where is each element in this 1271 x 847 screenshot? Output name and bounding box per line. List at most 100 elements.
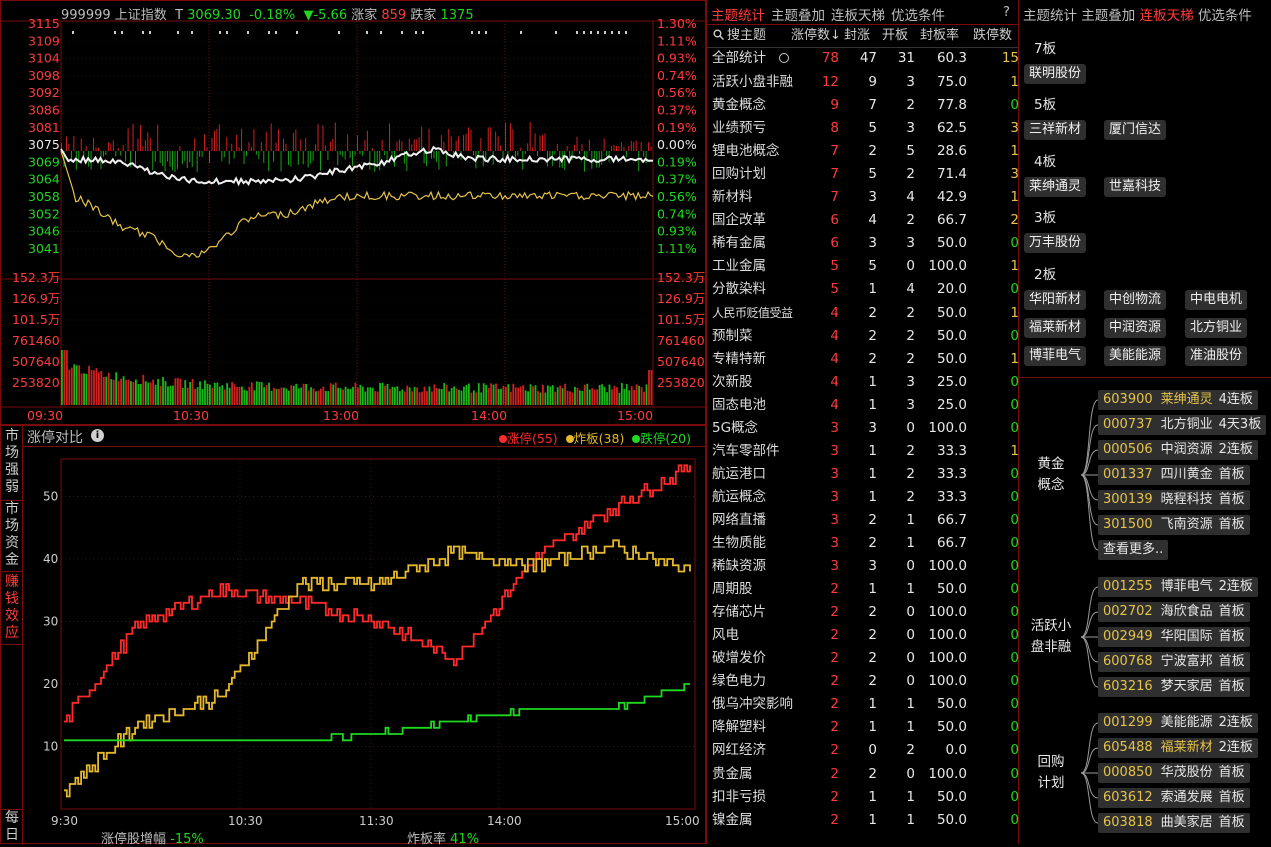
ladder-stock-chip[interactable]: 准油股份 (1185, 346, 1248, 366)
theme-row[interactable]: 锂电池概念 7 2 5 28.6 1 (707, 140, 1020, 163)
group-stock[interactable]: 603216 梦天家居 首板 (1098, 677, 1250, 697)
col-sealed[interactable]: 封涨 (844, 25, 870, 47)
group-stock[interactable]: 301500 飞南资源 首板 (1098, 515, 1250, 535)
legend-broken[interactable]: 炸板(38) (565, 431, 624, 446)
group-stock[interactable]: 600768 宁波富邦 首板 (1098, 652, 1250, 672)
theme-row[interactable]: 风电 2 2 0 100.0 0 (707, 624, 1020, 647)
cell-b: 1 (868, 788, 877, 805)
vtab-market-strength[interactable]: 市场强弱 (2, 426, 22, 501)
theme-row[interactable]: 工业金属 5 5 0 100.0 1 (707, 255, 1020, 278)
help-icon[interactable]: ? (1003, 4, 1010, 20)
theme-row[interactable]: 业绩预亏 8 5 3 62.5 3 (707, 117, 1020, 140)
theme-row[interactable]: 黄金概念 9 7 2 77.8 0 (707, 94, 1020, 117)
theme-row[interactable]: 汽车零部件 3 1 2 33.3 1 (707, 440, 1020, 463)
col-seal-rate[interactable]: 封板率 (920, 25, 959, 47)
theme-row[interactable]: 5G概念 3 3 0 100.0 0 (707, 417, 1020, 440)
ladder-stock-chip[interactable]: 中润资源 (1104, 318, 1167, 338)
ladder-stock-chip[interactable]: 博菲电气 (1024, 346, 1087, 366)
volume-bar (398, 391, 401, 405)
theme-row[interactable]: 镍金属 2 1 1 50.0 0 (707, 809, 1020, 832)
ladder-stock-chip[interactable]: 世嘉科技 (1104, 177, 1167, 197)
theme-row[interactable]: 固态电池 4 1 3 25.0 0 (707, 394, 1020, 417)
tab-conditions[interactable]: 优选条件 (891, 8, 945, 24)
group-stock[interactable]: 000850 华茂股份 首板 (1098, 763, 1250, 783)
theme-row[interactable]: 绿色电力 2 2 0 100.0 0 (707, 670, 1020, 693)
ladder-stock-chip[interactable]: 莱绅通灵 (1024, 177, 1087, 197)
circle-icon[interactable] (779, 53, 789, 63)
theme-row[interactable]: 新材料 7 3 4 42.9 1 (707, 186, 1020, 209)
rtab-theme-overlay[interactable]: 主题叠加 (1081, 8, 1135, 24)
col-opened[interactable]: 开板 (882, 25, 908, 47)
group-stock[interactable]: 603818 曲美家居 首板 (1098, 813, 1250, 833)
group-stock[interactable]: 603900 莱绅通灵 4连板 (1098, 390, 1258, 410)
rtab-theme-stats[interactable]: 主题统计 (1023, 8, 1077, 24)
tab-theme-overlay[interactable]: 主题叠加 (771, 8, 825, 24)
theme-row[interactable]: 回购计划 7 5 2 71.4 3 (707, 163, 1020, 186)
theme-row[interactable]: 周期股 2 1 1 50.0 0 (707, 578, 1020, 601)
theme-row[interactable]: 预制菜 4 2 2 50.0 0 (707, 325, 1020, 348)
vtab-daily[interactable]: 每日 (2, 809, 22, 844)
group-stock[interactable]: 002702 海欣食品 首板 (1098, 602, 1250, 622)
col-limit-down[interactable]: 跌停数 (973, 25, 1012, 47)
group-stock[interactable]: 605488 福莱新材 2连板 (1098, 738, 1258, 758)
rtab-ladder[interactable]: 连板天梯 (1140, 8, 1194, 24)
ladder-stock-chip[interactable]: 中创物流 (1104, 290, 1167, 310)
tab-ladder[interactable]: 连板天梯 (831, 8, 885, 24)
ladder-stock-chip[interactable]: 北方铜业 (1185, 318, 1248, 338)
theme-row[interactable]: 次新股 4 1 3 25.0 0 (707, 371, 1020, 394)
ladder-stock-chip[interactable]: 福莱新材 (1024, 318, 1087, 338)
theme-row[interactable]: 分散染料 5 1 4 20.0 0 (707, 278, 1020, 301)
theme-row[interactable]: 网红经济 2 0 2 0.0 0 (707, 739, 1020, 762)
theme-row[interactable]: 专精特新 4 2 2 50.0 1 (707, 348, 1020, 371)
group-stock[interactable]: 001337 四川黄金 首板 (1098, 465, 1250, 485)
theme-row[interactable]: 存储芯片 2 2 0 100.0 0 (707, 601, 1020, 624)
group-stock[interactable]: 001299 美能能源 2连板 (1098, 713, 1258, 733)
theme-row[interactable]: 活跃小盘非融 12 9 3 75.0 1 (707, 71, 1020, 94)
ladder-stock-chip[interactable]: 三祥新材 (1024, 120, 1087, 140)
volume-bar (633, 389, 636, 405)
theme-row[interactable]: 俄乌冲突影响 2 1 1 50.0 0 (707, 693, 1020, 716)
group-stock[interactable]: 000737 北方铜业 4天3板 (1098, 415, 1267, 435)
theme-row[interactable]: 航运港口 3 1 2 33.3 0 (707, 463, 1020, 486)
group-stock[interactable]: 603612 索通发展 首板 (1098, 788, 1250, 808)
cell-a: 2 (830, 627, 839, 644)
theme-row[interactable]: 稀有金属 6 3 3 50.0 0 (707, 232, 1020, 255)
rtab-conditions[interactable]: 优选条件 (1198, 8, 1252, 24)
intraday-chart[interactable]: 3115 1.30% 3109 1.11% 3104 0.93% 3098 0.74% 3092… (1, 1, 705, 424)
ladder-stock-chip[interactable]: 华阳新材 (1024, 290, 1087, 310)
theme-row[interactable]: 破增发价 2 2 0 100.0 0 (707, 647, 1020, 670)
search-icon[interactable] (713, 25, 725, 47)
limit-compare-chart[interactable]: 50 40 30 20 10 9:30 10:30 11:30 14:00 15:00 (23, 447, 705, 845)
stock-name: 曲美家居 (1160, 815, 1213, 830)
group-stock[interactable]: 002949 华阳国际 首板 (1098, 627, 1250, 647)
breadth-bar-up (122, 145, 124, 151)
search-theme-input[interactable]: 搜主题 (727, 25, 766, 47)
theme-row[interactable]: 扣非亏损 2 1 1 50.0 0 (707, 786, 1020, 809)
info-icon[interactable]: i (91, 429, 104, 442)
group-stock[interactable]: 300139 晓程科技 首板 (1098, 490, 1250, 510)
theme-row[interactable]: 国企改革 6 4 2 66.7 2 (707, 209, 1020, 232)
legend-limit-down[interactable]: 跌停(20) (632, 431, 691, 446)
theme-row[interactable]: 贵金属 2 2 0 100.0 0 (707, 763, 1020, 786)
theme-row[interactable]: 稀缺资源 3 3 0 100.0 0 (707, 555, 1020, 578)
ladder-stock-chip[interactable]: 联明股份 (1024, 64, 1087, 84)
theme-row[interactable]: 降解塑料 2 1 1 50.0 0 (707, 716, 1020, 739)
col-limit-up[interactable]: 涨停数↓ (791, 25, 841, 47)
vtab-market-funds[interactable]: 市场资金 (2, 501, 22, 572)
ladder-stock-chip[interactable]: 中电电机 (1185, 290, 1248, 310)
view-more-button[interactable]: 查看更多.. (1098, 540, 1169, 560)
volume-bar (204, 380, 206, 405)
theme-row[interactable]: 生物质能 3 2 1 66.7 0 (707, 532, 1020, 555)
ladder-stock-chip[interactable]: 厦门信达 (1104, 120, 1167, 140)
ladder-stock-chip[interactable]: 万丰股份 (1024, 233, 1087, 253)
legend-limit-up[interactable]: 涨停(55) (499, 431, 558, 446)
theme-row[interactable]: 人民币贬值受益 4 2 2 50.0 1 (707, 302, 1020, 325)
group-stock[interactable]: 000506 中润资源 2连板 (1098, 440, 1258, 460)
vtab-money-effect[interactable]: 赚钱效应 (2, 574, 22, 645)
theme-row[interactable]: 航运概念 3 1 2 33.3 0 (707, 486, 1020, 509)
ladder-stock-chip[interactable]: 美能能源 (1104, 346, 1167, 366)
total-row[interactable]: 全部统计 78 47 31 60.3 15 (707, 47, 1020, 70)
tab-theme-stats[interactable]: 主题统计 (711, 8, 765, 24)
theme-row[interactable]: 网络直播 3 2 1 66.7 0 (707, 509, 1020, 532)
group-stock[interactable]: 001255 博菲电气 2连板 (1098, 577, 1258, 597)
